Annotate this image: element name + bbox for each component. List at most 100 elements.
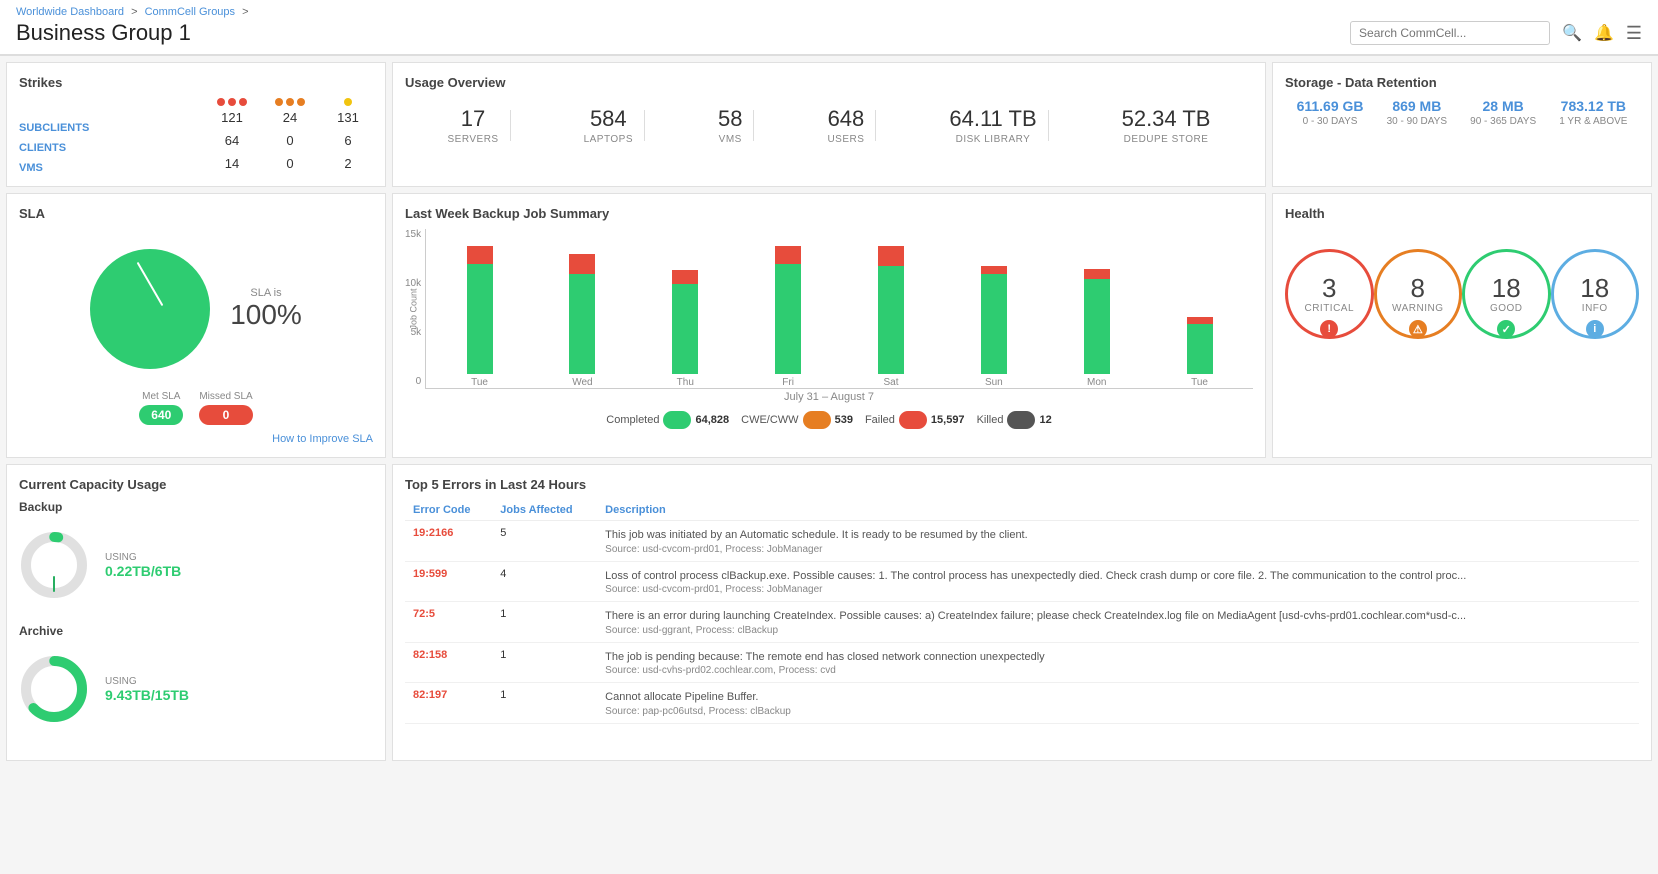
errors-panel: Top 5 Errors in Last 24 Hours Error Code… <box>392 464 1652 761</box>
menu-icon[interactable]: ☰ <box>1626 23 1642 44</box>
storage-1yr: 783.12 TB 1 YR & ABOVE <box>1559 98 1627 127</box>
breadcrumb: Worldwide Dashboard > CommCell Groups > <box>16 6 1642 18</box>
col1-dots <box>207 98 257 106</box>
clients-col3: 6 <box>323 133 373 148</box>
sla-missed-label: Missed SLA <box>199 391 252 402</box>
error-jobs-3: 1 <box>500 649 506 661</box>
bar-chart: Tue Wed <box>425 229 1253 389</box>
errors-table: Error Code Jobs Affected Description 19:… <box>405 500 1639 724</box>
storage-90-365-value: 28 MB <box>1470 98 1536 114</box>
error-code-3[interactable]: 82:158 <box>413 649 447 661</box>
errors-title: Top 5 Errors in Last 24 Hours <box>405 477 1639 492</box>
bell-icon[interactable]: 🔔 <box>1594 23 1614 43</box>
search-input[interactable] <box>1350 21 1550 45</box>
sla-is-label: SLA is <box>230 287 302 299</box>
bar-thu: Thu <box>636 270 735 388</box>
legend-completed-val: 64,828 <box>695 414 729 426</box>
health-warning-icon: ⚠ <box>1409 320 1427 338</box>
archive-amount: 9.43TB/15TB <box>105 687 189 703</box>
storage-30-90: 869 MB 30 - 90 DAYS <box>1387 98 1447 127</box>
dedupe-label: DEDUPE STORE <box>1122 134 1211 145</box>
storage-0-30: 611.69 GB 0 - 30 DAYS <box>1297 98 1364 127</box>
storage-0-30-value: 611.69 GB <box>1297 98 1364 114</box>
search-icon[interactable]: 🔍 <box>1562 23 1582 43</box>
bar-tue-2: Tue <box>1150 317 1249 388</box>
usage-panel: Usage Overview 17 SERVERS 584 LAPTOPS 58… <box>392 62 1266 187</box>
error-source-4: Source: pap-pc06utsd, Process: clBackup <box>605 706 1631 717</box>
subclients-label: SUBCLIENTS <box>19 122 199 134</box>
health-info[interactable]: 18 INFO i <box>1551 249 1640 339</box>
col-jobs-affected: Jobs Affected <box>492 500 597 521</box>
error-source-3: Source: usd-cvhs-prd02.cochlear.com, Pro… <box>605 665 1631 676</box>
breadcrumb-worldwide[interactable]: Worldwide Dashboard <box>16 6 124 18</box>
subclients-col3: 131 <box>323 110 373 125</box>
sla-improve-link[interactable]: How to Improve SLA <box>19 433 373 445</box>
bar-mon: Mon <box>1047 269 1146 388</box>
clients-col2: 0 <box>265 133 315 148</box>
y-label-15k: 15k <box>405 229 421 240</box>
disk-value: 64.11 TB <box>949 106 1036 132</box>
sla-panel: SLA SLA is 100% Met SLA 640 Missed SLA 0… <box>6 193 386 458</box>
usage-title: Usage Overview <box>405 75 1253 90</box>
storage-items: 611.69 GB 0 - 30 DAYS 869 MB 30 - 90 DAY… <box>1285 98 1639 127</box>
health-good[interactable]: 18 GOOD ✓ <box>1462 249 1551 339</box>
error-row-1: 19:599 4 Loss of control process clBacku… <box>405 561 1639 602</box>
breadcrumb-commcell[interactable]: CommCell Groups <box>145 6 235 18</box>
bar-sat: Sat <box>842 246 941 388</box>
capacity-panel: Current Capacity Usage Backup USING 0.22… <box>6 464 386 761</box>
sla-missed-value: 0 <box>199 405 252 425</box>
usage-users: 648 USERS <box>815 106 876 145</box>
users-value: 648 <box>827 106 864 132</box>
strikes-panel: Strikes SUBCLIENTS CLIENTS VMS 121 64 14 <box>6 62 386 187</box>
error-code-1[interactable]: 19:599 <box>413 568 447 580</box>
vms-label: VMs <box>718 134 742 145</box>
health-critical[interactable]: 3 CRITICAL ! <box>1285 249 1374 339</box>
backup-capacity-title: Backup <box>19 500 373 514</box>
servers-value: 17 <box>447 106 498 132</box>
sla-percentage: 100% <box>230 299 302 331</box>
health-warning[interactable]: 8 WARNING ⚠ <box>1374 249 1463 339</box>
error-source-0: Source: usd-cvcom-prd01, Process: JobMan… <box>605 544 1631 555</box>
y-axis-label: Job Count <box>409 288 419 329</box>
col2-dots <box>265 98 315 106</box>
error-desc-4: Cannot allocate Pipeline Buffer. <box>605 689 1631 706</box>
sla-met-value: 640 <box>139 405 183 425</box>
error-desc-2: There is an error during launching Creat… <box>605 608 1631 625</box>
storage-title: Storage - Data Retention <box>1285 75 1639 90</box>
error-code-2[interactable]: 72:5 <box>413 608 435 620</box>
bar-tue-1: Tue <box>430 246 529 388</box>
error-row-4: 82:197 1 Cannot allocate Pipeline Buffer… <box>405 683 1639 724</box>
storage-1yr-range: 1 YR & ABOVE <box>1559 116 1627 127</box>
subclients-col2: 24 <box>265 110 315 125</box>
error-jobs-4: 1 <box>500 689 506 701</box>
col3-dots <box>323 98 373 106</box>
sla-met-badge: Met SLA 640 <box>139 391 183 425</box>
legend-completed: Completed 64,828 <box>606 411 729 429</box>
sla-met-label: Met SLA <box>139 391 183 402</box>
error-code-0[interactable]: 19:2166 <box>413 527 453 539</box>
health-title: Health <box>1285 206 1639 221</box>
error-code-4[interactable]: 82:197 <box>413 689 447 701</box>
storage-30-90-value: 869 MB <box>1387 98 1447 114</box>
archive-donut <box>19 654 89 724</box>
y-label-10k: 10k <box>405 278 421 289</box>
legend-cwe: CWE/CWW 539 <box>741 411 853 429</box>
health-info-icon: i <box>1586 320 1604 338</box>
error-desc-0: This job was initiated by an Automatic s… <box>605 527 1631 544</box>
legend-failed: Failed 15,597 <box>865 411 965 429</box>
dedupe-value: 52.34 TB <box>1122 106 1211 132</box>
error-row-3: 82:158 1 The job is pending because: The… <box>405 642 1639 683</box>
backup-panel: Last Week Backup Job Summary 15k 10k 5k … <box>392 193 1266 458</box>
page-title: Business Group 1 <box>16 20 191 46</box>
servers-label: SERVERS <box>447 134 498 145</box>
health-circles: 3 CRITICAL ! 8 WARNING ⚠ 18 GOOD ✓ 18 IN… <box>1285 229 1639 359</box>
bar-wed: Wed <box>533 254 632 388</box>
storage-0-30-range: 0 - 30 DAYS <box>1297 116 1364 127</box>
error-row-0: 19:2166 5 This job was initiated by an A… <box>405 521 1639 562</box>
storage-90-365-range: 90 - 365 DAYS <box>1470 116 1536 127</box>
storage-panel: Storage - Data Retention 611.69 GB 0 - 3… <box>1272 62 1652 187</box>
error-jobs-1: 4 <box>500 568 506 580</box>
legend-cwe-val: 539 <box>835 414 853 426</box>
storage-30-90-range: 30 - 90 DAYS <box>1387 116 1447 127</box>
sla-circle <box>90 249 210 369</box>
